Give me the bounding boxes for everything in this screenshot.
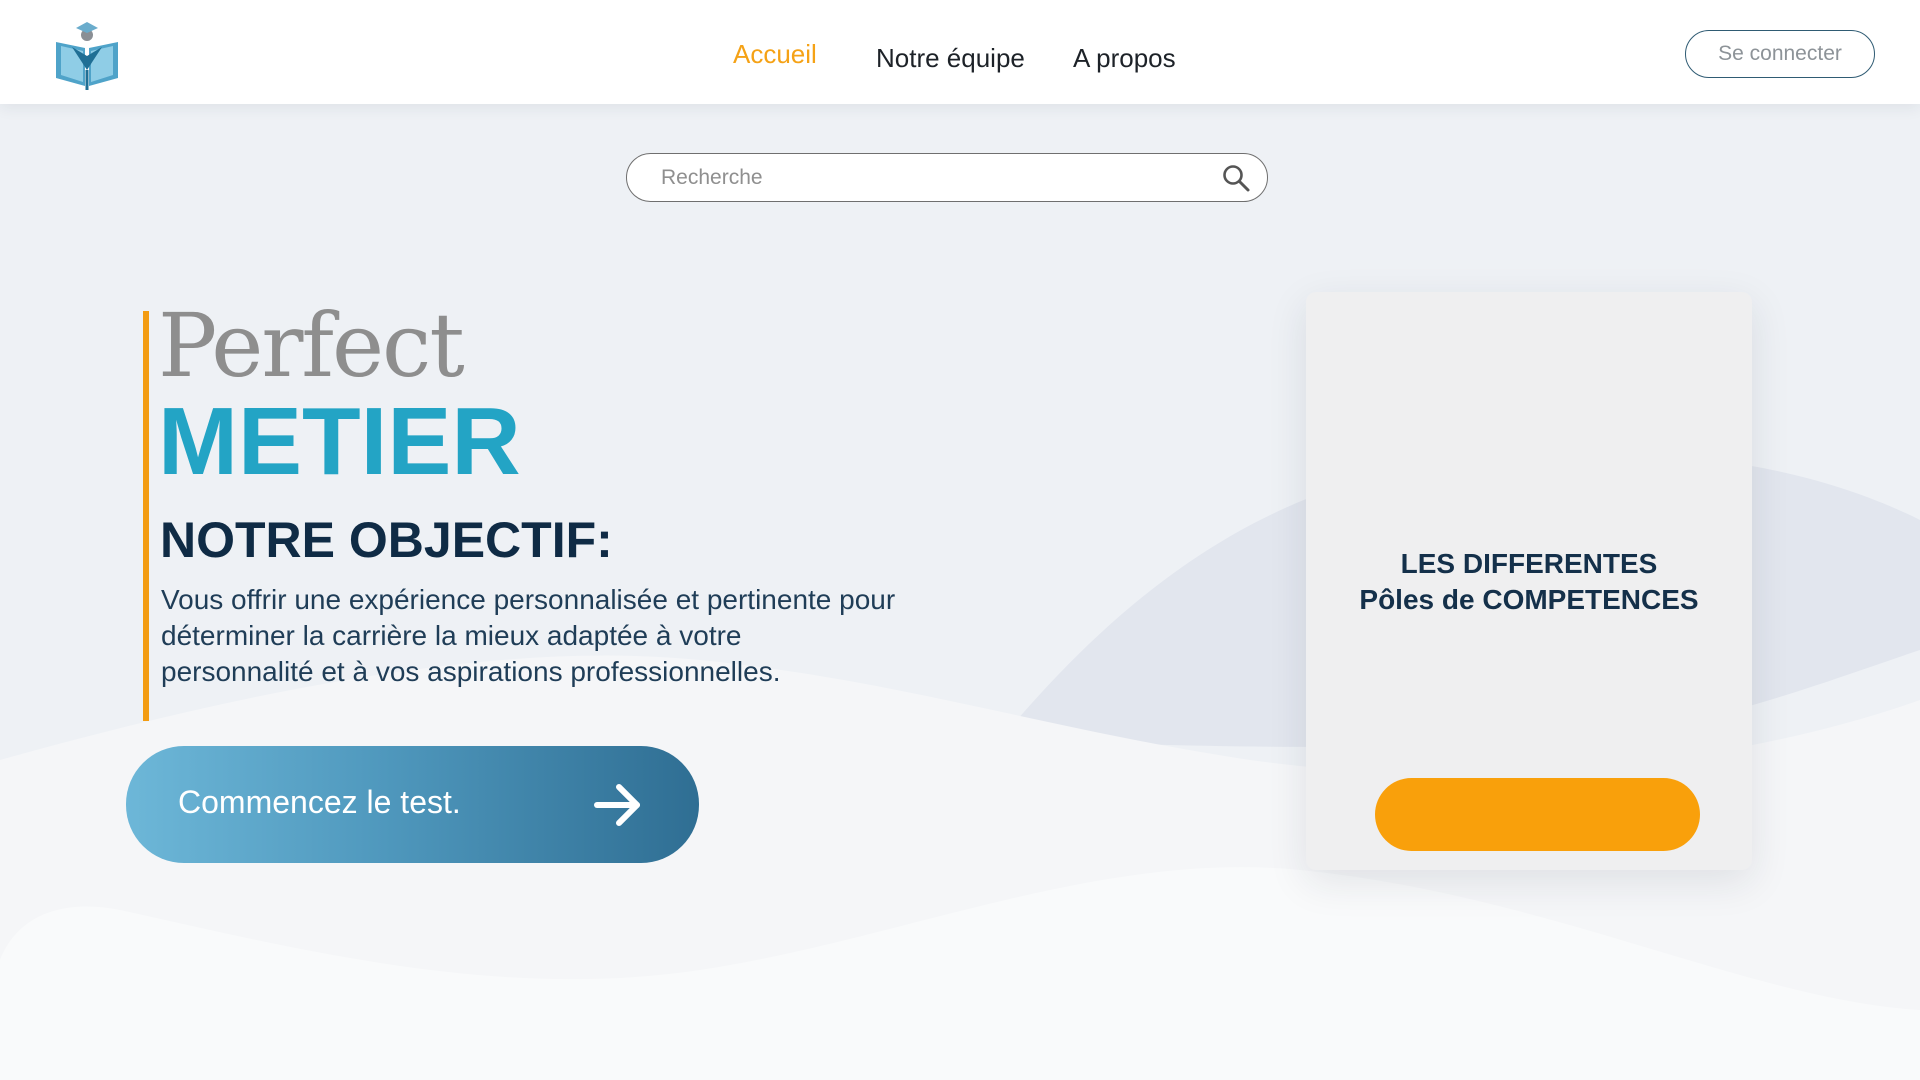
hero-accent-bar	[143, 311, 149, 721]
graduation-book-logo[interactable]	[52, 20, 122, 92]
top-navbar: Accueil Notre équipe A propos Se connect…	[0, 0, 1920, 104]
login-button[interactable]: Se connecter	[1685, 30, 1875, 78]
start-test-label: Commencez le test.	[178, 784, 461, 820]
login-button-label: Se connecter	[1718, 42, 1842, 65]
nav-team[interactable]: Notre équipe	[876, 38, 1025, 78]
nav-home[interactable]: Accueil	[733, 34, 817, 74]
arrow-right-icon	[594, 784, 640, 826]
card-action-button[interactable]	[1375, 778, 1700, 851]
card-title-line1: LES DIFFERENTES	[1400, 548, 1658, 579]
hero-title-perfect: Perfect	[158, 294, 465, 397]
objective-heading: NOTRE OBJECTIF:	[160, 512, 613, 568]
objective-text: Vous offrir une expérience personnalisée…	[161, 584, 896, 687]
card-title-line2: Pôles de COMPETENCES	[1359, 584, 1699, 615]
search-icon[interactable]	[1221, 163, 1251, 193]
search-bar	[626, 153, 1268, 202]
competences-card: LES DIFFERENTES Pôles de COMPETENCES	[1306, 292, 1752, 870]
start-test-button[interactable]: Commencez le test.	[126, 746, 699, 863]
hero-title-metier: METIER	[158, 388, 521, 495]
search-input[interactable]	[659, 154, 1203, 202]
card-title: LES DIFFERENTES Pôles de COMPETENCES	[1306, 546, 1752, 618]
nav-about[interactable]: A propos	[1073, 38, 1176, 78]
